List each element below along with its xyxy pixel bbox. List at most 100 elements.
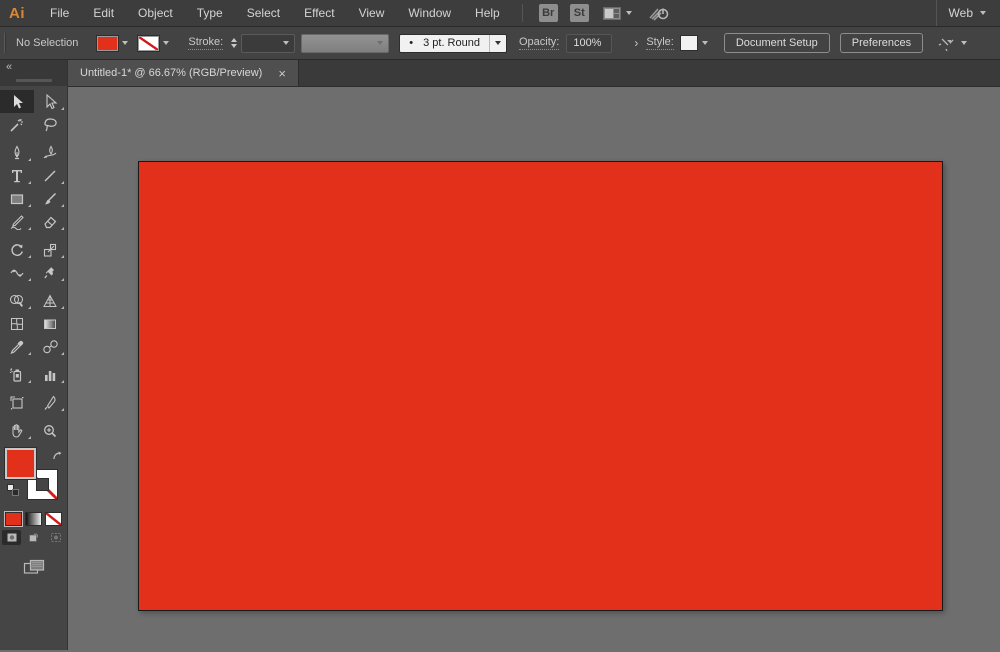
collapse-panel-button[interactable]: « <box>6 61 13 73</box>
gradient-button[interactable] <box>25 512 42 526</box>
direct-selection-tool[interactable] <box>34 90 68 113</box>
menu-object[interactable]: Object <box>126 0 185 26</box>
slice-tool[interactable] <box>34 391 68 414</box>
brush-dot-icon: • <box>409 37 414 49</box>
menu-type[interactable]: Type <box>185 0 235 26</box>
mesh-tool[interactable] <box>0 312 34 335</box>
curvature-tool[interactable] <box>34 141 68 164</box>
workspace-label: Web <box>948 6 973 20</box>
menu-effect[interactable]: Effect <box>292 0 346 26</box>
type-tool[interactable] <box>0 164 34 187</box>
illustrator-window: Ai File Edit Object Type Select Effect V… <box>0 0 1000 652</box>
draw-normal-button[interactable] <box>2 530 21 545</box>
scale-tool[interactable] <box>34 238 68 261</box>
stroke-panel-link[interactable]: Stroke: <box>188 36 224 50</box>
bridge-button[interactable]: Br <box>538 4 558 22</box>
touch-workspace-icon <box>649 8 669 21</box>
panel-grip[interactable] <box>4 33 6 53</box>
draw-inside-icon <box>50 533 61 542</box>
eyedropper-tool[interactable] <box>0 335 34 358</box>
menu-window[interactable]: Window <box>396 0 463 26</box>
menu-help[interactable]: Help <box>463 0 512 26</box>
draw-inside-button[interactable] <box>46 530 65 545</box>
gradient-tool[interactable] <box>34 312 68 335</box>
select-similar-control[interactable] <box>938 36 968 51</box>
fill-color-control[interactable] <box>97 35 129 51</box>
stepper-down-icon[interactable] <box>231 44 238 48</box>
fill-color-swatch[interactable] <box>97 35 119 51</box>
stroke-weight-select[interactable] <box>241 33 296 53</box>
style-panel-link[interactable]: Style: <box>646 36 674 50</box>
color-button[interactable] <box>5 512 22 526</box>
rectangle-tool[interactable] <box>0 187 34 210</box>
touch-workspace-button[interactable] <box>648 5 670 21</box>
menu-select[interactable]: Select <box>235 0 292 26</box>
none-button[interactable] <box>45 512 62 526</box>
fill-stroke-indicator <box>0 446 67 508</box>
screen-mode-icon <box>23 559 44 574</box>
panel-drag-grip[interactable] <box>16 79 52 82</box>
selection-tool[interactable] <box>0 90 34 113</box>
artboard[interactable] <box>138 161 943 611</box>
shape-builder-tool[interactable] <box>0 289 34 312</box>
draw-behind-icon <box>28 533 38 542</box>
blend-tool[interactable] <box>34 335 68 358</box>
magic-wand-tool[interactable] <box>0 113 34 136</box>
line-segment-tool[interactable] <box>34 164 68 187</box>
screen-mode-button[interactable] <box>0 559 67 576</box>
chevron-down-icon <box>980 11 986 15</box>
artboard-tool[interactable] <box>0 391 34 414</box>
tools-panel: « <box>0 60 68 650</box>
width-profile-select[interactable] <box>301 33 390 53</box>
stroke-weight-stepper[interactable] <box>231 38 238 48</box>
opacity-submenu-arrow[interactable]: › <box>612 36 646 50</box>
brush-definition-select[interactable]: • 3 pt. Round <box>399 33 507 53</box>
rotate-tool[interactable] <box>0 238 34 261</box>
graphic-style-swatch[interactable] <box>679 35 698 51</box>
width-tool[interactable] <box>0 261 34 284</box>
column-graph-tool[interactable] <box>34 363 68 386</box>
chevron-down-icon <box>961 41 968 45</box>
zoom-tool[interactable] <box>34 419 68 442</box>
opacity-panel-link[interactable]: Opacity: <box>518 36 560 50</box>
brush-definition-chevron[interactable] <box>488 34 506 52</box>
opacity-input[interactable]: 100% <box>566 33 613 53</box>
stroke-color-swatch[interactable] <box>138 35 160 51</box>
opacity-value: 100% <box>573 37 602 49</box>
brush-definition-value: • 3 pt. Round <box>400 34 489 52</box>
arrange-documents-icon <box>602 6 621 20</box>
color-mode-row <box>0 512 67 526</box>
document-setup-button[interactable]: Document Setup <box>723 33 830 53</box>
paintbrush-tool[interactable] <box>34 187 68 210</box>
select-similar-icon <box>938 38 954 51</box>
default-fill-stroke-button[interactable] <box>7 484 19 496</box>
swap-fill-stroke-button[interactable] <box>52 448 63 466</box>
draw-normal-icon <box>7 533 16 542</box>
document-tab-strip: Untitled-1* @ 66.67% (RGB/Preview) × <box>68 60 1000 87</box>
stepper-up-icon[interactable] <box>231 38 238 42</box>
stroke-color-control[interactable] <box>138 35 170 51</box>
menu-edit[interactable]: Edit <box>81 0 126 26</box>
symbol-sprayer-tool[interactable] <box>0 363 34 386</box>
selection-status: No Selection <box>16 37 79 49</box>
puppet-warp-tool[interactable] <box>34 261 68 284</box>
menu-view[interactable]: View <box>347 0 397 26</box>
control-bar: No Selection Stroke: • 3 pt. Round Opaci… <box>0 27 1000 60</box>
hand-tool[interactable] <box>0 419 34 442</box>
perspective-grid-tool[interactable] <box>34 289 68 312</box>
workspace-switcher[interactable]: Web <box>935 0 1000 26</box>
eraser-tool[interactable] <box>34 210 68 233</box>
lasso-tool[interactable] <box>34 113 68 136</box>
document-tab[interactable]: Untitled-1* @ 66.67% (RGB/Preview) × <box>68 60 299 86</box>
shaper-tool[interactable] <box>0 210 34 233</box>
fill-proxy[interactable] <box>5 448 36 479</box>
draw-behind-button[interactable] <box>24 530 43 545</box>
close-icon[interactable]: × <box>278 67 286 80</box>
preferences-button[interactable]: Preferences <box>839 33 924 53</box>
chevron-down-icon <box>163 41 170 45</box>
menu-file[interactable]: File <box>38 0 81 26</box>
arrange-documents-button[interactable] <box>602 6 632 20</box>
pen-tool[interactable] <box>0 141 34 164</box>
chevron-down-icon <box>377 41 384 45</box>
stock-button[interactable]: St <box>569 4 589 22</box>
